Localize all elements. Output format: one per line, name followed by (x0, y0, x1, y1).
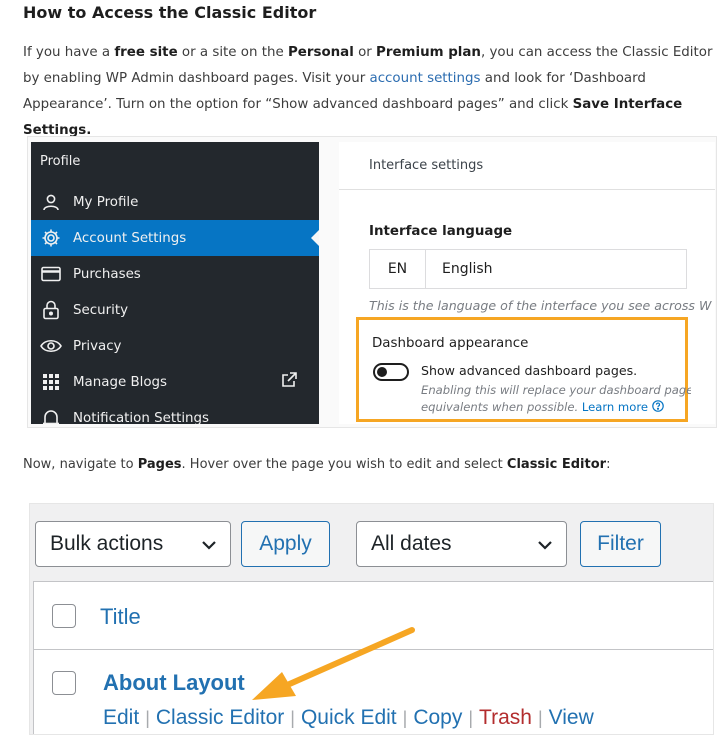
intro-text: or a site on the (177, 45, 288, 60)
dashboard-help-text: Enabling this will replace your dashboar… (421, 382, 691, 416)
dashboard-help-line: equivalents when possible. (421, 400, 579, 414)
classic-editor-link[interactable]: Classic Editor (156, 706, 284, 729)
bulk-actions-label: Bulk actions (50, 532, 164, 555)
intro-text: or (353, 45, 377, 60)
sidebar-item-label: My Profile (73, 194, 139, 210)
intro-text: If you have a (23, 45, 115, 60)
dashboard-appearance-highlight: Dashboard appearance Show advanced dashb… (356, 317, 691, 422)
personal-plan-text: Personal (287, 45, 354, 60)
separator: | (290, 708, 295, 728)
lock-icon (40, 299, 62, 321)
sidebar-item-label: Manage Blogs (73, 374, 168, 390)
credit-card-icon (40, 263, 62, 285)
profile-sidebar: Profile My Profile Account Settings Purc… (31, 142, 319, 424)
sidebar-item-label: Notification Settings (73, 410, 210, 425)
interface-settings-panel: Interface settings Interface language EN… (339, 142, 715, 424)
learn-more-label: Learn more (581, 400, 648, 414)
external-link-icon[interactable] (281, 372, 297, 392)
filter-button[interactable]: Filter (580, 521, 661, 567)
chevron-down-icon (538, 541, 552, 550)
orange-arrow-icon (252, 627, 415, 700)
sidebar-item-my-profile[interactable]: My Profile (31, 184, 319, 220)
quick-edit-link[interactable]: Quick Edit (301, 706, 397, 729)
separator: | (402, 708, 408, 728)
advanced-dashboard-toggle[interactable] (373, 363, 409, 381)
view-link[interactable]: View (549, 706, 594, 729)
language-code: EN (370, 250, 426, 288)
nav-text: : (606, 457, 611, 472)
grid-icon (40, 371, 62, 393)
nav-text: Now, navigate to (23, 457, 138, 472)
chevron-down-icon (202, 541, 216, 550)
interface-language-label: Interface language (369, 224, 513, 239)
help-circle-icon (651, 400, 664, 412)
language-name: English (442, 261, 493, 277)
separator: | (468, 708, 474, 728)
page-title-link[interactable]: About Layout (103, 670, 245, 696)
row-actions: Edit | Classic Editor | Quick Edit | Copy | Tras… (103, 706, 594, 730)
bell-icon (40, 407, 62, 424)
select-all-checkbox[interactable] (52, 604, 76, 628)
toggle-label: Show advanced dashboard pages. (421, 363, 638, 378)
panel-header: Interface settings (339, 142, 715, 190)
language-select[interactable]: EN English (369, 249, 687, 289)
sidebar-item-account-settings[interactable]: Account Settings (31, 220, 319, 256)
title-column-header[interactable]: Title (100, 604, 141, 630)
dashboard-help-line: Enabling this will replace your dashboar… (421, 383, 691, 397)
free-site-text: free site (114, 45, 178, 60)
classic-editor-text: Classic Editor (506, 457, 607, 472)
sidebar-item-purchases[interactable]: Purchases (31, 256, 319, 292)
sidebar-item-label: Account Settings (73, 230, 187, 246)
article-heading: How to Access the Classic Editor (23, 3, 317, 22)
dashboard-appearance-title: Dashboard appearance (372, 336, 529, 351)
separator: | (145, 708, 150, 728)
sidebar-item-label: Privacy (73, 338, 122, 354)
user-icon (40, 191, 62, 213)
edit-link[interactable]: Edit (103, 706, 139, 729)
sidebar-item-security[interactable]: Security (31, 292, 319, 328)
apply-button[interactable]: Apply (241, 521, 330, 567)
row-checkbox[interactable] (52, 671, 76, 695)
navigation-instructions: Now, navigate to Pages. Hover over the p… (23, 457, 610, 472)
all-dates-label: All dates (371, 532, 452, 555)
copy-link[interactable]: Copy (413, 706, 462, 729)
account-settings-screenshot: Profile My Profile Account Settings Purc… (27, 136, 717, 428)
gear-icon (40, 227, 62, 249)
bulk-actions-select[interactable]: Bulk actions (35, 521, 231, 567)
pages-text: Pages (137, 457, 182, 472)
trash-link[interactable]: Trash (479, 706, 532, 729)
sidebar-item-notification-settings[interactable]: Notification Settings (31, 400, 319, 424)
sidebar-item-label: Purchases (73, 266, 141, 282)
sidebar-header: Profile (40, 154, 81, 169)
sidebar-item-manage-blogs[interactable]: Manage Blogs (31, 364, 319, 400)
account-settings-link[interactable]: account settings (369, 71, 480, 86)
all-dates-select[interactable]: All dates (356, 521, 567, 567)
intro-paragraph: If you have a free site or a site on the… (23, 40, 713, 144)
nav-text: . Hover over the page you wish to edit a… (181, 457, 507, 472)
eye-icon (40, 335, 62, 357)
separator: | (537, 708, 543, 728)
sidebar-item-label: Security (73, 302, 128, 318)
premium-plan-text: Premium plan (376, 45, 481, 60)
learn-more-link[interactable]: Learn more (582, 400, 664, 414)
language-help-text: This is the language of the interface yo… (369, 298, 712, 313)
sidebar-item-privacy[interactable]: Privacy (31, 328, 319, 364)
panel-header-title: Interface settings (369, 158, 484, 173)
